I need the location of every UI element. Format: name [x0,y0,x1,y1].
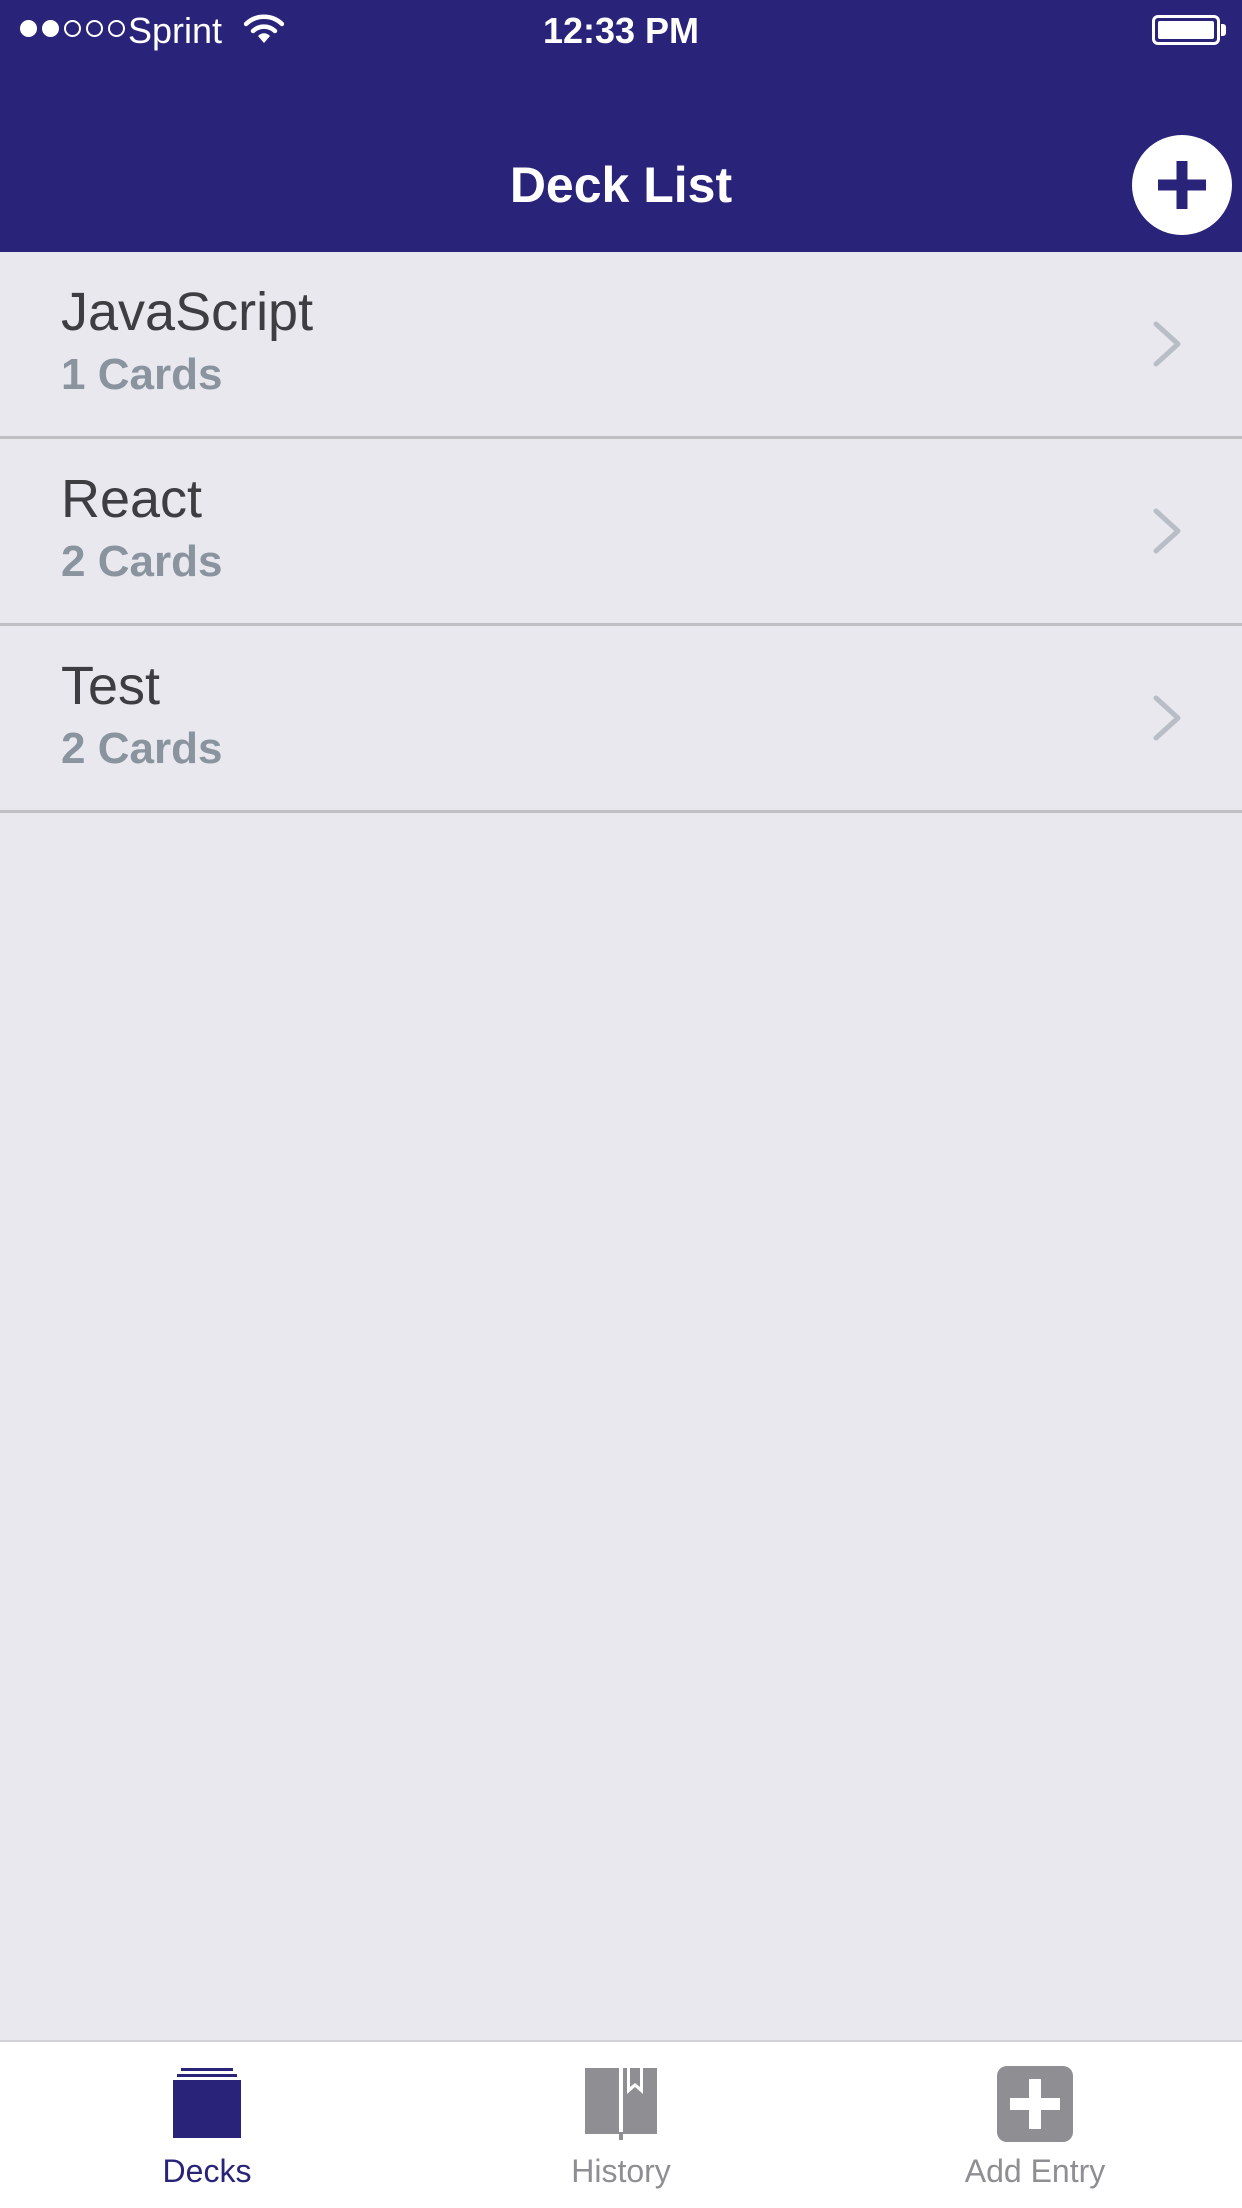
tab-bar: Decks History Add Entry [0,2040,1242,2208]
deck-row-javascript[interactable]: JavaScript 1 Cards [0,252,1242,439]
book-icon [585,2068,657,2140]
header: Sprint 12:33 PM Deck List [0,0,1242,252]
add-deck-button[interactable] [1132,135,1232,235]
chevron-right-icon [1153,321,1181,367]
deck-card-count: 1 Cards [61,350,223,399]
deck-card-count: 2 Cards [61,724,223,773]
plus-circle-icon [1158,161,1206,209]
decks-icon [173,2068,241,2138]
battery-icon [1152,15,1220,45]
tab-history[interactable]: History [414,2042,828,2208]
deck-title: React [61,469,203,529]
deck-row-test[interactable]: Test 2 Cards [0,626,1242,813]
status-time: 12:33 PM [542,10,700,51]
deck-row-react[interactable]: React 2 Cards [0,439,1242,626]
chevron-right-icon [1153,695,1181,741]
page-title: Deck List [509,157,733,213]
chevron-right-icon [1153,508,1181,554]
deck-title: JavaScript [61,282,314,342]
tab-label: Decks [162,2153,252,2189]
battery-cap [1221,24,1226,36]
tab-add-entry[interactable]: Add Entry [828,2042,1242,2208]
deck-card-count: 2 Cards [61,537,223,586]
tab-label: Add Entry [964,2153,1106,2189]
tab-decks[interactable]: Decks [0,2042,414,2208]
deck-list-screen: Sprint 12:33 PM Deck List JavaScript 1 C… [0,0,1242,2208]
battery-fill [1158,21,1214,39]
plus-square-icon [997,2066,1073,2142]
deck-title: Test [61,656,161,716]
status-bar: Sprint 12:33 PM [0,0,1242,60]
deck-list: JavaScript 1 Cards React 2 Cards Test 2 … [0,252,1242,813]
tab-label: History [571,2153,671,2189]
